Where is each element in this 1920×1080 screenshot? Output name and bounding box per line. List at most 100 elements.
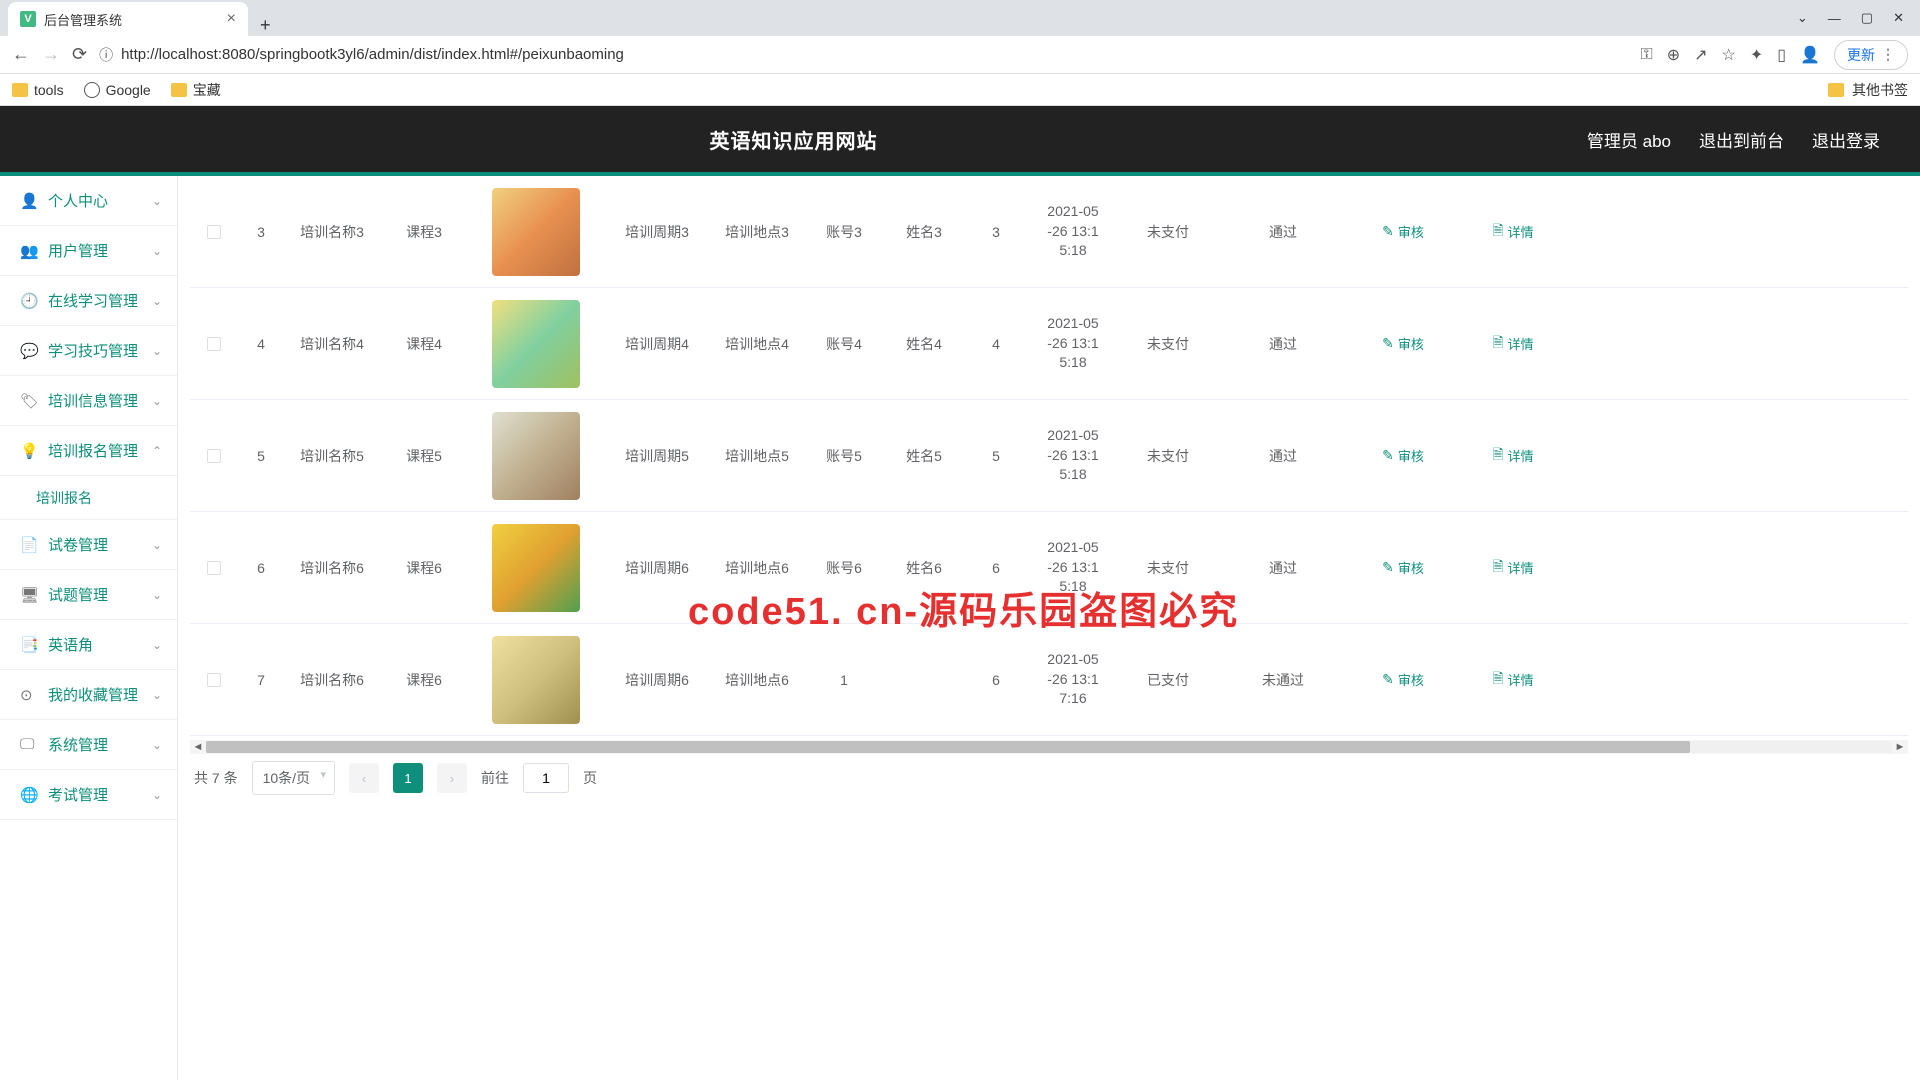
cell-course: 课程6 xyxy=(380,550,468,586)
dropdown-icon[interactable]: ⌄ xyxy=(1797,10,1808,26)
sidebar-label: 我的收藏管理 xyxy=(48,684,138,705)
page-1-button[interactable]: 1 xyxy=(393,763,423,793)
star-icon: ⊙ xyxy=(20,686,38,704)
detail-button[interactable]: 🗎详情 xyxy=(1492,444,1533,468)
cell-username: 姓名5 xyxy=(884,438,964,474)
key-icon[interactable]: ⚿ xyxy=(1641,46,1653,64)
sidebar-item-4[interactable]: 🏷培训信息管理⌄ xyxy=(0,376,177,426)
chevron-down-icon: ⌄ xyxy=(152,394,162,408)
audit-button[interactable]: ✎审核 xyxy=(1382,558,1424,577)
side-panel-icon[interactable]: ▯ xyxy=(1777,45,1786,65)
new-tab-button[interactable]: + xyxy=(248,15,283,36)
cell-time: 2021-05-26 13:17:16 xyxy=(1028,642,1118,717)
exit-to-front-link[interactable]: 退出到前台 xyxy=(1699,127,1784,152)
folder-icon xyxy=(12,83,28,97)
page-suffix: 页 xyxy=(583,768,597,788)
cell-approval-status: 通过 xyxy=(1218,214,1348,250)
sidebar-label: 在线学习管理 xyxy=(48,290,138,311)
thumbnail-image xyxy=(492,636,580,724)
zoom-icon[interactable]: ⊕ xyxy=(1667,45,1680,65)
detail-button[interactable]: 🗎详情 xyxy=(1492,668,1533,692)
scroll-right-icon[interactable]: ► xyxy=(1892,741,1908,753)
row-checkbox[interactable] xyxy=(207,673,221,687)
extensions-icon[interactable]: ✦ xyxy=(1750,45,1763,65)
cell-number: 5 xyxy=(964,440,1028,472)
cell-id: 5 xyxy=(238,440,284,472)
detail-button[interactable]: 🗎详情 xyxy=(1492,332,1533,356)
minimize-icon[interactable]: — xyxy=(1828,11,1841,26)
share-icon[interactable]: ↗ xyxy=(1694,45,1707,65)
globe-icon xyxy=(84,82,100,98)
admin-label[interactable]: 管理员 abo xyxy=(1587,127,1671,152)
chevron-down-icon: ⌄ xyxy=(152,588,162,602)
sidebar-item-6[interactable]: 📄试卷管理⌄ xyxy=(0,520,177,570)
next-page-button[interactable]: › xyxy=(437,763,467,793)
audit-button[interactable]: ✎审核 xyxy=(1382,670,1424,689)
cell-training-name: 培训名称6 xyxy=(284,550,380,586)
sidebar-item-1[interactable]: 👥用户管理⌄ xyxy=(0,226,177,276)
other-bookmarks[interactable]: 其他书签 xyxy=(1828,80,1908,100)
sidebar-item-0[interactable]: 👤个人中心⌄ xyxy=(0,176,177,226)
bookmark-google[interactable]: Google xyxy=(84,82,151,98)
bookmark-star-icon[interactable]: ☆ xyxy=(1722,45,1736,65)
sidebar-item-2[interactable]: 🕘 在线学习管理 ⌄ xyxy=(0,276,177,326)
cell-username: 姓名4 xyxy=(884,326,964,362)
list-icon: 🖥 xyxy=(20,586,38,604)
browser-tab[interactable]: V 后台管理系统 × xyxy=(8,2,248,36)
detail-icon: 🗎 xyxy=(1492,668,1503,692)
globe-icon: 🌐 xyxy=(20,786,38,804)
scroll-thumb[interactable] xyxy=(206,741,1690,753)
horizontal-scrollbar[interactable]: ◄ ► xyxy=(190,740,1908,754)
chevron-down-icon: ⌄ xyxy=(152,788,162,802)
profile-icon[interactable]: 👤 xyxy=(1800,45,1820,65)
site-info-icon[interactable]: ⓘ xyxy=(99,45,113,65)
cell-id: 3 xyxy=(238,216,284,248)
forward-button[interactable]: → xyxy=(42,44,60,65)
cell-account: 账号4 xyxy=(804,326,884,362)
bulb-icon: 💡 xyxy=(20,442,38,460)
audit-button[interactable]: ✎审核 xyxy=(1382,446,1424,465)
sidebar-sub-item[interactable]: 培训报名 xyxy=(0,476,177,520)
sidebar-item-3[interactable]: 💬学习技巧管理⌄ xyxy=(0,326,177,376)
sidebar-item-8[interactable]: 📑英语角⌄ xyxy=(0,620,177,670)
url-input[interactable]: ⓘ http://localhost:8080/springbootk3yl6/… xyxy=(99,45,1628,65)
reload-button[interactable]: ⟳ xyxy=(72,44,87,65)
scroll-left-icon[interactable]: ◄ xyxy=(190,741,206,753)
cell-course: 课程3 xyxy=(380,214,468,250)
maximize-icon[interactable]: ▢ xyxy=(1861,10,1873,26)
sidebar-item-9[interactable]: ⊙我的收藏管理⌄ xyxy=(0,670,177,720)
sidebar-item-5[interactable]: 💡培训报名管理⌃ xyxy=(0,426,177,476)
scroll-track[interactable] xyxy=(206,741,1892,753)
clock-icon: 🕘 xyxy=(20,292,38,310)
bookmark-tools[interactable]: tools xyxy=(12,82,64,98)
sidebar-item-10[interactable]: 🖵系统管理⌄ xyxy=(0,720,177,770)
audit-button[interactable]: ✎审核 xyxy=(1382,222,1424,241)
address-bar: ← → ⟳ ⓘ http://localhost:8080/springboot… xyxy=(0,36,1920,74)
detail-icon: 🗎 xyxy=(1492,220,1503,244)
cell-payment-status: 未支付 xyxy=(1118,214,1218,250)
row-checkbox[interactable] xyxy=(207,225,221,239)
tab-close-icon[interactable]: × xyxy=(227,10,236,28)
goto-page-input[interactable] xyxy=(523,763,569,793)
back-button[interactable]: ← xyxy=(12,44,30,65)
sidebar-label: 培训报名管理 xyxy=(48,440,138,461)
row-checkbox[interactable] xyxy=(207,337,221,351)
update-button[interactable]: 更新 ⋮ xyxy=(1834,40,1908,70)
page-size-select[interactable]: 10条/页 xyxy=(252,761,335,795)
chevron-down-icon: ⌄ xyxy=(152,294,162,308)
close-window-icon[interactable]: ✕ xyxy=(1893,10,1904,26)
detail-button[interactable]: 🗎详情 xyxy=(1492,220,1533,244)
sidebar-item-7[interactable]: 🖥试题管理⌄ xyxy=(0,570,177,620)
audit-button[interactable]: ✎审核 xyxy=(1382,334,1424,353)
cell-place: 培训地点5 xyxy=(710,438,804,474)
table-row: 5 培训名称5 课程5 培训周期5 培训地点5 账号5 姓名5 5 2021-0… xyxy=(190,400,1908,512)
people-icon: 👥 xyxy=(20,242,38,260)
row-checkbox[interactable] xyxy=(207,449,221,463)
row-checkbox[interactable] xyxy=(207,561,221,575)
detail-button[interactable]: 🗎详情 xyxy=(1492,556,1533,580)
sidebar-item-11[interactable]: 🌐考试管理⌄ xyxy=(0,770,177,820)
chevron-down-icon: ⌄ xyxy=(152,738,162,752)
logout-link[interactable]: 退出登录 xyxy=(1812,127,1880,152)
prev-page-button[interactable]: ‹ xyxy=(349,763,379,793)
bookmark-baozang[interactable]: 宝藏 xyxy=(171,80,221,100)
